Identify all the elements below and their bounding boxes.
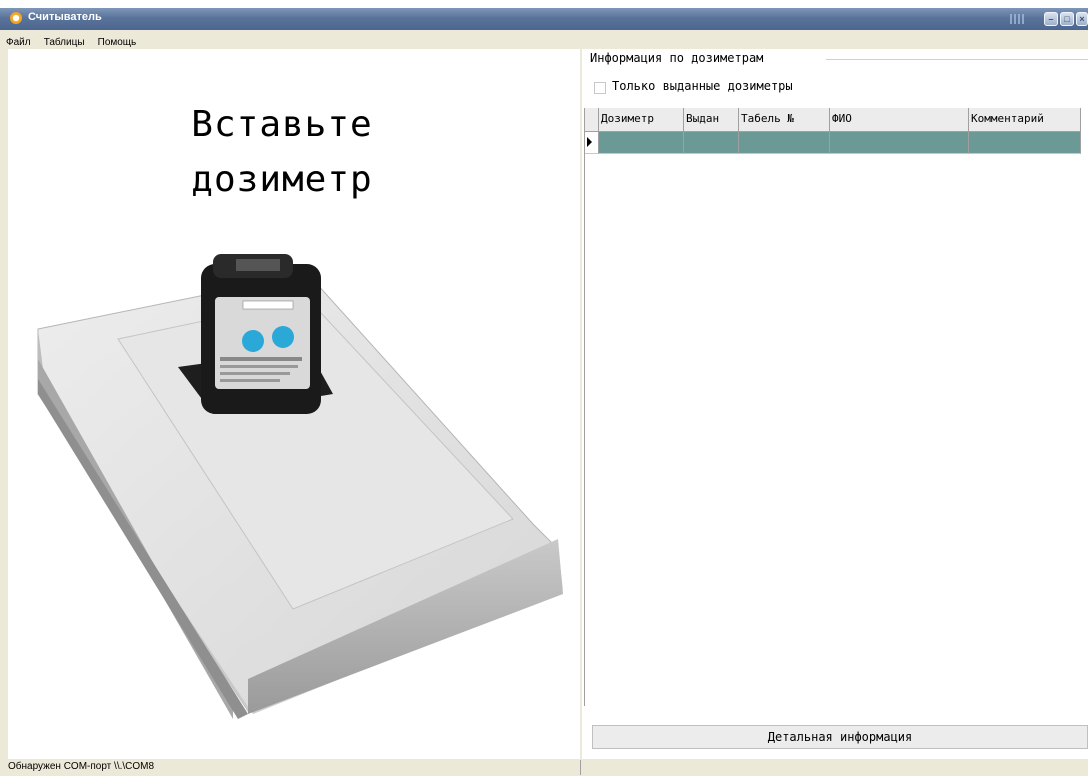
- maximize-button[interactable]: □: [1060, 12, 1074, 26]
- table-header: Дозиметр Выдан Табель № ФИО Комментарий: [585, 108, 1081, 132]
- group-title: Информация по дозиметрам: [590, 51, 768, 65]
- cell-dosimeter[interactable]: [599, 132, 684, 154]
- cell-tab-number[interactable]: [739, 132, 830, 154]
- group-divider: [826, 59, 1088, 60]
- table-row[interactable]: [585, 132, 1081, 154]
- column-header-name[interactable]: ФИО: [830, 108, 969, 131]
- reader-device-image: [37, 254, 563, 719]
- dosimeter-info-panel: Информация по дозиметрам Только выданные…: [582, 49, 1088, 759]
- issued-only-checkbox[interactable]: [594, 82, 606, 94]
- window-title: Считыватель: [28, 11, 102, 23]
- close-button[interactable]: ×: [1076, 12, 1088, 26]
- detail-info-button[interactable]: Детальная информация: [592, 725, 1088, 749]
- column-header-tab-number[interactable]: Табель №: [739, 108, 830, 131]
- column-header-dosimeter[interactable]: Дозиметр: [599, 108, 684, 131]
- column-header-issued[interactable]: Выдан: [684, 108, 739, 131]
- column-header-comment[interactable]: Комментарий: [969, 108, 1081, 131]
- device-panel: Вставьте дозиметр: [8, 49, 580, 759]
- cell-issued[interactable]: [684, 132, 739, 154]
- header-indicator: [585, 108, 599, 131]
- status-divider: [580, 760, 581, 775]
- title-bar[interactable]: Считыватель – □ ×: [0, 8, 1088, 30]
- row-indicator: [585, 132, 599, 154]
- menu-bar: Файл Таблицы Помощь: [0, 30, 1088, 48]
- minimize-button[interactable]: –: [1044, 12, 1058, 26]
- dosimeter-table[interactable]: Дозиметр Выдан Табель № ФИО Комментарий: [584, 108, 1083, 706]
- titlebar-decoration: [1010, 14, 1026, 24]
- status-bar: Обнаружен COM-порт \\.\COM8: [0, 759, 1088, 776]
- app-icon[interactable]: [10, 12, 22, 24]
- cell-name[interactable]: [830, 132, 969, 154]
- status-text: Обнаружен COM-порт \\.\COM8: [8, 761, 155, 772]
- cell-comment[interactable]: [969, 132, 1081, 154]
- issued-only-label[interactable]: Только выданные дозиметры: [612, 79, 793, 93]
- row-pointer-icon: [587, 137, 592, 147]
